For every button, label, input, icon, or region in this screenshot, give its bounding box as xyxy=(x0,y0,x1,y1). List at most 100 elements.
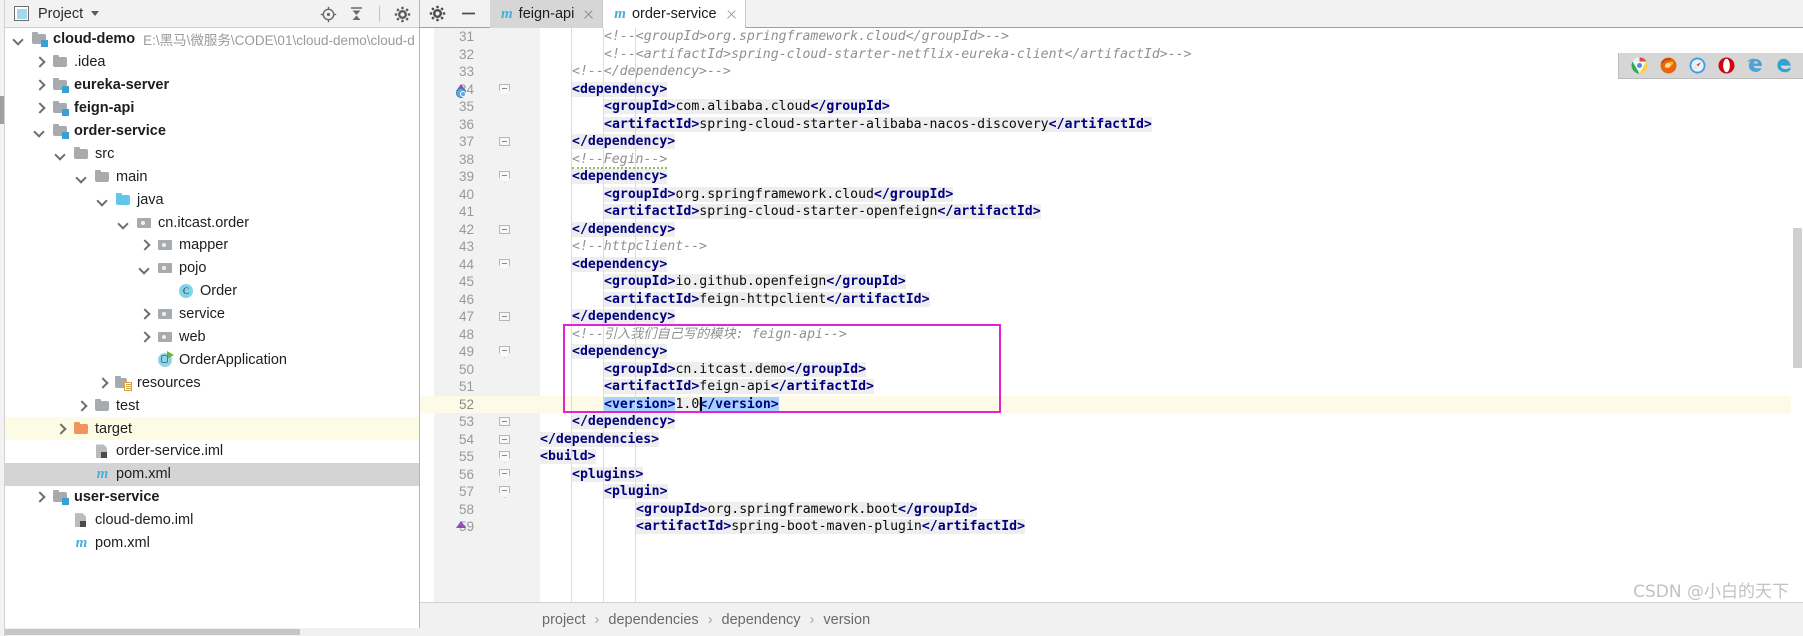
locate-icon[interactable] xyxy=(320,6,337,23)
breadcrumb[interactable]: project › dependencies › dependency › version xyxy=(420,602,1803,636)
chevron-down-icon[interactable] xyxy=(91,11,100,16)
scrollbar-thumb[interactable] xyxy=(1793,228,1802,368)
tree-node-pojo[interactable]: pojo xyxy=(0,257,419,280)
editor-tab-feign-api[interactable]: m feign-api xyxy=(490,0,604,28)
code-line[interactable]: 43 <!--httpclient--> xyxy=(420,238,1803,256)
chevron-right-icon[interactable] xyxy=(75,399,88,412)
chevron-down-icon[interactable] xyxy=(96,193,109,206)
fold-expand-icon[interactable] xyxy=(498,346,512,358)
code-line[interactable]: 59 <artifactId>spring-boot-maven-plugin</… xyxy=(420,518,1803,536)
code-line[interactable]: 44 <dependency> xyxy=(420,256,1803,274)
code-line[interactable]: 34 <dependency> xyxy=(420,81,1803,99)
chevron-right-icon[interactable] xyxy=(138,308,151,321)
tree-node-user-service[interactable]: user-service xyxy=(0,486,419,509)
fold-expand-icon[interactable] xyxy=(498,171,512,183)
project-file-tree[interactable]: cloud-demo E:\黑马\微服务\CODE\01\cloud-demo\c… xyxy=(0,28,419,628)
tree-node-main[interactable]: main xyxy=(0,165,419,188)
tree-node-pom-xml[interactable]: m pom.xml xyxy=(0,462,419,486)
tree-node-resources[interactable]: resources xyxy=(0,371,419,394)
code-line[interactable]: 38 <!--Fegin--> xyxy=(420,151,1803,169)
code-line[interactable]: 40 <groupId>org.springframework.cloud</gr… xyxy=(420,186,1803,204)
code-line[interactable]: 51 <artifactId>feign-api</artifactId> xyxy=(420,378,1803,396)
code-line[interactable]: 56 <plugins> xyxy=(420,466,1803,484)
opera-browser-icon[interactable] xyxy=(1718,57,1735,74)
code-line[interactable]: 41 <artifactId>spring-cloud-starter-openf… xyxy=(420,203,1803,221)
fold-collapse-icon[interactable] xyxy=(498,416,512,428)
edge-browser-icon[interactable] xyxy=(1776,57,1793,74)
code-editor[interactable]: 31 <!--<groupId>org.springframework.cloud… xyxy=(420,28,1803,602)
project-tree-hscrollbar[interactable] xyxy=(0,628,420,636)
code-line[interactable]: 47 </dependency> xyxy=(420,308,1803,326)
tree-node-order[interactable]: C Order xyxy=(0,280,419,303)
tree-node-web[interactable]: web xyxy=(0,326,419,349)
fold-collapse-icon[interactable] xyxy=(498,224,512,236)
settings-gear-icon[interactable] xyxy=(394,6,411,23)
code-line[interactable]: 57<plugin> xyxy=(420,483,1803,501)
code-line[interactable]: 54 </dependencies> xyxy=(420,431,1803,449)
code-line[interactable]: 37 </dependency> xyxy=(420,133,1803,151)
code-line[interactable]: 32 <!--<artifactId>spring-cloud-starter-n… xyxy=(420,46,1803,64)
code-line[interactable]: 39 <dependency> xyxy=(420,168,1803,186)
upload-marker-icon[interactable] xyxy=(456,521,466,528)
tree-node-cloud-demo-iml[interactable]: cloud-demo.iml xyxy=(0,509,419,532)
chevron-right-icon[interactable] xyxy=(96,376,109,389)
tree-node-cloud-demo[interactable]: cloud-demo E:\黑马\微服务\CODE\01\cloud-demo\c… xyxy=(0,28,419,51)
tree-node-orderapplication[interactable]: OrderApplication xyxy=(0,348,419,371)
fold-expand-icon[interactable] xyxy=(498,83,512,96)
tree-node-feign-api[interactable]: feign-api xyxy=(0,97,419,120)
chevron-down-icon[interactable] xyxy=(75,170,88,183)
code-line[interactable]: 35 <groupId>com.alibaba.cloud</groupId> xyxy=(420,98,1803,116)
tree-node-eureka-server[interactable]: eureka-server xyxy=(0,74,419,97)
tree-node-java[interactable]: java xyxy=(0,188,419,211)
internet-explorer-browser-icon[interactable] xyxy=(1747,57,1764,74)
breadcrumb-item-project[interactable]: project xyxy=(542,612,586,628)
fold-collapse-icon[interactable] xyxy=(498,136,512,148)
code-line[interactable]: 45 <groupId>io.github.openfeign</groupId> xyxy=(420,273,1803,291)
editor-tabs[interactable]: m feign-api m order-service xyxy=(490,0,746,28)
editor-vertical-scrollbar[interactable] xyxy=(1791,28,1803,602)
fold-collapse-icon[interactable] xyxy=(498,311,512,323)
breadcrumb-item-version[interactable]: version xyxy=(823,612,870,628)
chevron-right-icon[interactable] xyxy=(54,422,67,435)
code-line[interactable]: 50 <groupId>cn.itcast.demo</groupId> xyxy=(420,361,1803,379)
chevron-right-icon[interactable] xyxy=(33,102,46,115)
code-line[interactable]: 36 <artifactId>spring-cloud-starter-aliba… xyxy=(420,116,1803,134)
code-line[interactable]: 42 </dependency> xyxy=(420,221,1803,239)
browser-quick-launch-bar[interactable] xyxy=(1618,53,1803,79)
code-line[interactable]: 58 <groupId>org.springframework.boot</gro… xyxy=(420,501,1803,519)
chrome-browser-icon[interactable] xyxy=(1631,57,1648,74)
chevron-right-icon[interactable] xyxy=(138,331,151,344)
breadcrumb-item-dependency[interactable]: dependency xyxy=(722,612,801,628)
tree-node-pom-xml[interactable]: m pom.xml xyxy=(0,532,419,555)
hide-window-icon[interactable] xyxy=(460,5,477,22)
fold-expand-icon[interactable] xyxy=(498,451,512,463)
code-line[interactable]: 55 <build> xyxy=(420,448,1803,466)
code-lines[interactable]: 31 <!--<groupId>org.springframework.cloud… xyxy=(420,28,1803,602)
chevron-down-icon[interactable] xyxy=(138,262,151,275)
safari-browser-icon[interactable] xyxy=(1689,57,1706,74)
firefox-browser-icon[interactable] xyxy=(1660,57,1677,74)
code-line[interactable]: 49 <dependency> xyxy=(420,343,1803,361)
editor-tab-order-service[interactable]: m order-service xyxy=(603,0,746,28)
tree-node-cn-itcast-order[interactable]: cn.itcast.order xyxy=(0,211,419,234)
breadcrumb-item-dependencies[interactable]: dependencies xyxy=(608,612,698,628)
chevron-down-icon[interactable] xyxy=(54,147,67,160)
fold-expand-icon[interactable] xyxy=(498,258,512,271)
fold-expand-icon[interactable] xyxy=(498,486,512,498)
code-line[interactable]: 46 <artifactId>feign-httpclient</artifact… xyxy=(420,291,1803,309)
tree-node-test[interactable]: test xyxy=(0,394,419,417)
chevron-right-icon[interactable] xyxy=(138,239,151,252)
tree-node-mapper[interactable]: mapper xyxy=(0,234,419,257)
settings-gear-icon[interactable] xyxy=(429,5,446,22)
chevron-right-icon[interactable] xyxy=(33,79,46,92)
tree-node-target[interactable]: target xyxy=(0,417,419,441)
code-line[interactable]: 33 <!--</dependency>--> xyxy=(420,63,1803,81)
code-line[interactable]: 48 <!--引入我们自己写的模块: feign-api--> xyxy=(420,326,1803,344)
dependency-marker-icon[interactable] xyxy=(456,87,466,98)
fold-collapse-icon[interactable] xyxy=(498,434,512,446)
code-line[interactable]: 52 <version>1.0</version> xyxy=(420,395,1803,413)
tree-node--idea[interactable]: .idea xyxy=(0,51,419,74)
tree-node-service[interactable]: service xyxy=(0,303,419,326)
chevron-right-icon[interactable] xyxy=(33,491,46,504)
chevron-down-icon[interactable] xyxy=(12,33,25,46)
